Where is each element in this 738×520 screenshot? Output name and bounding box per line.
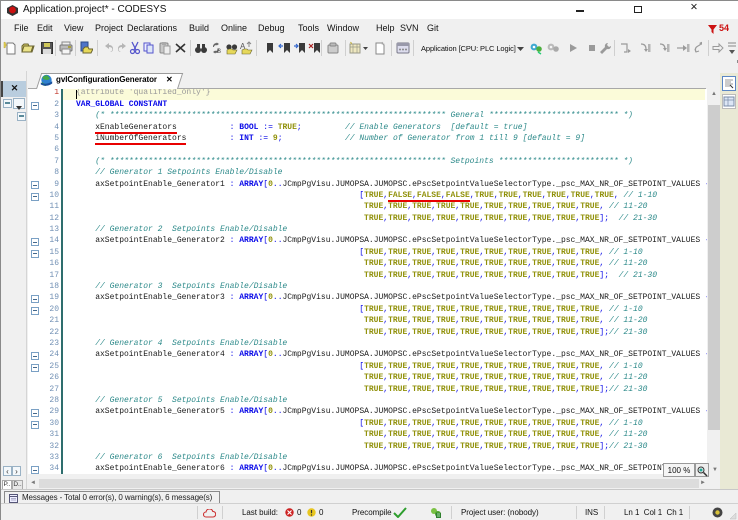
svg-text:B: B [217, 49, 221, 55]
